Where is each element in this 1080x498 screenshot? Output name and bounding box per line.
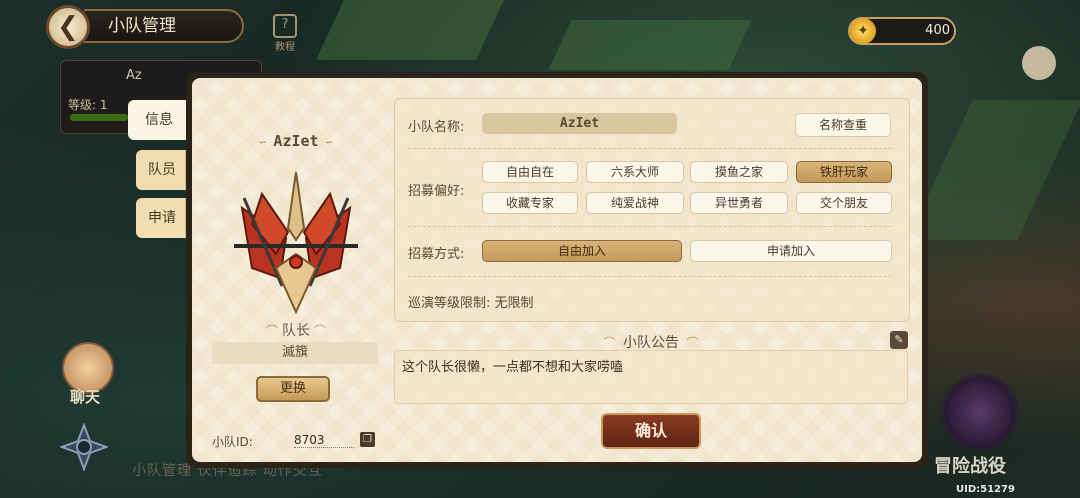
background-level-label: 等级: 1 xyxy=(68,98,108,112)
uid-label: UID:51279 xyxy=(956,484,1015,495)
tab-info[interactable]: 信息 xyxy=(128,100,190,140)
tutorial-button[interactable]: ? 教程 xyxy=(272,14,298,53)
leader-label-text: 队长 xyxy=(282,323,310,339)
level-limit-label: 巡演等级限制: 无限制 xyxy=(408,296,534,311)
pref-collector[interactable]: 收藏专家 xyxy=(482,192,578,214)
pref-hardcore-player[interactable]: 铁肝玩家 xyxy=(796,161,892,183)
copy-icon[interactable]: ❐ xyxy=(360,432,375,447)
tab-members[interactable]: 队员 xyxy=(136,150,188,190)
team-name-field[interactable]: AzIet xyxy=(482,113,677,134)
adventure-orb-icon[interactable] xyxy=(940,372,1020,452)
ornament-icon: ⌒ xyxy=(266,324,282,338)
team-id-label: 小队ID: xyxy=(212,435,253,449)
currency-value: 400 xyxy=(925,23,950,38)
pref-isekai-hero[interactable]: 异世勇者 xyxy=(690,192,788,214)
coin-icon: ✦ xyxy=(850,18,876,44)
team-name-title: ∽ AzIet ∽ xyxy=(214,132,378,150)
tutorial-label: 教程 xyxy=(275,42,295,53)
chat-label[interactable]: 聊天 xyxy=(70,386,100,407)
pref-six-master[interactable]: 六系大师 xyxy=(586,161,684,183)
divider xyxy=(408,226,892,227)
method-free-join[interactable]: 自由加入 xyxy=(482,240,682,262)
team-name-label: 小队名称: xyxy=(408,120,465,135)
pref-make-friends[interactable]: 交个朋友 xyxy=(796,192,892,214)
tab-applications[interactable]: 申请 xyxy=(136,198,188,238)
ornament-icon: ⌒ xyxy=(679,336,699,350)
pref-slacker-home[interactable]: 摸鱼之家 xyxy=(690,161,788,183)
recruit-method-label: 招募方式: xyxy=(408,247,465,262)
team-id-value: 8703 xyxy=(294,433,354,448)
adventure-label[interactable]: 冒险战役 xyxy=(934,452,1006,478)
map-tile xyxy=(316,0,504,60)
ornament-icon: ∽ xyxy=(318,135,334,149)
change-leader-button[interactable]: 更换 xyxy=(256,376,330,402)
name-check-button[interactable]: 名称查重 xyxy=(795,113,891,137)
divider xyxy=(408,148,892,149)
speech-bubble-icon[interactable] xyxy=(1022,46,1056,80)
leader-label: ⌒ 队长 ⌒ xyxy=(214,320,378,340)
team-id-text: 8703 xyxy=(294,433,325,447)
recruit-preference-label: 招募偏好: xyxy=(408,184,465,199)
compass-icon[interactable] xyxy=(60,423,108,471)
background-team-name: Az xyxy=(126,68,142,83)
team-name-text: AzIet xyxy=(273,132,319,150)
ornament-icon: ⌒ xyxy=(310,324,326,338)
background-level-bar xyxy=(70,114,128,121)
edit-icon[interactable]: ✎ xyxy=(890,331,908,349)
pref-pure-love[interactable]: 纯爱战神 xyxy=(586,192,684,214)
notice-title: ⌒ 小队公告 ⌒ xyxy=(394,332,908,352)
page-title: 小队管理 xyxy=(84,9,244,43)
notice-text: 这个队长很懒，一点都不想和大家唠嗑 xyxy=(402,360,624,375)
pref-free-spirit[interactable]: 自由自在 xyxy=(482,161,578,183)
confirm-button[interactable]: 确认 xyxy=(601,413,701,449)
back-arrow-icon: ❮ xyxy=(57,12,79,42)
help-icon: ? xyxy=(273,14,297,38)
team-emblem-icon xyxy=(234,171,358,315)
divider xyxy=(408,276,892,277)
method-apply-join[interactable]: 申请加入 xyxy=(690,240,892,262)
ornament-icon: ∽ xyxy=(258,135,274,149)
ornament-icon: ⌒ xyxy=(603,336,623,350)
notice-title-text: 小队公告 xyxy=(623,335,679,351)
back-button[interactable]: ❮ xyxy=(46,5,90,49)
leader-name: 滅籏 xyxy=(212,342,378,364)
map-tile xyxy=(548,20,752,70)
